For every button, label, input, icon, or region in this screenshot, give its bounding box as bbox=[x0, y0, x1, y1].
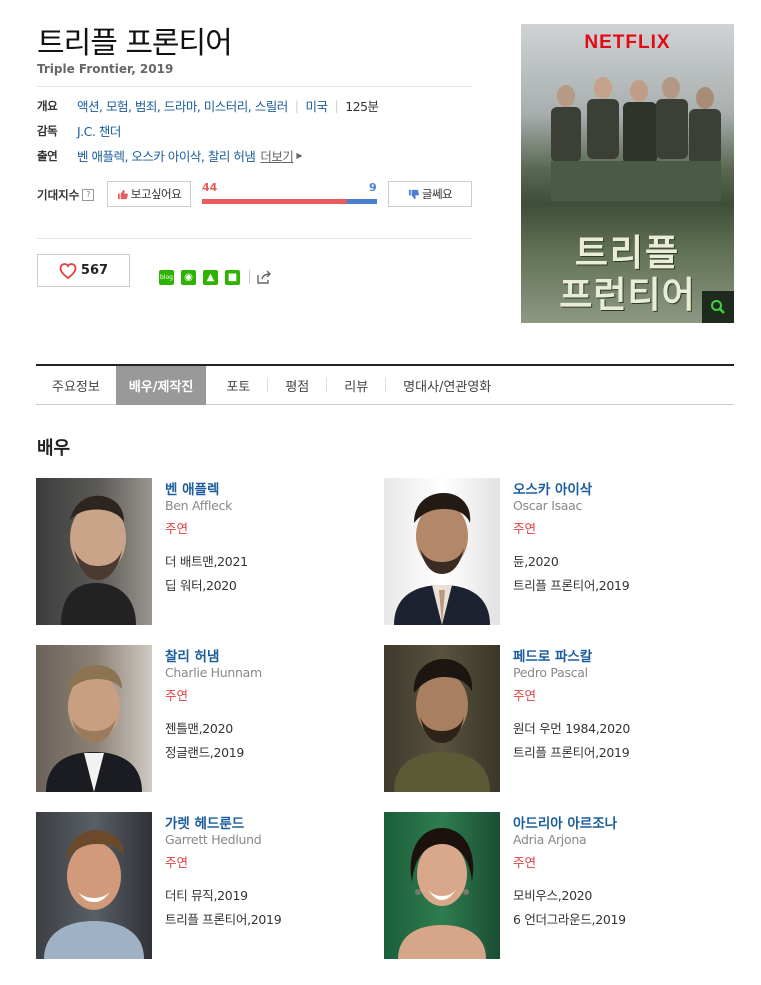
actor-name[interactable]: 찰리 허냄 bbox=[165, 645, 219, 665]
actor-film[interactable]: 원더 우먼 1984,2020 bbox=[513, 718, 630, 737]
actor-english-name: Adria Arjona bbox=[513, 832, 587, 847]
actor-film[interactable]: 트리플 프론티어,2019 bbox=[513, 575, 630, 594]
actor-english-name: Garrett Hedlund bbox=[165, 832, 262, 847]
genres-link[interactable]: 액션, 모험, 범죄, 드라마, 미스터리, 스릴러 bbox=[77, 96, 288, 115]
actor-card: 페드로 파스칼 Pedro Pascal 주연 원더 우먼 1984,2020 … bbox=[384, 645, 724, 792]
separator bbox=[249, 270, 250, 284]
movie-poster[interactable]: NETFLIX 트리플 프런티어 bbox=[521, 24, 734, 323]
actor-film[interactable]: 딥 워터,2020 bbox=[165, 575, 237, 594]
divider bbox=[37, 86, 472, 87]
cast-link[interactable]: 벤 애플렉, 오스카 아이삭, 찰리 허냄 bbox=[77, 146, 256, 165]
actor-card: 가렛 헤드룬드 Garrett Hedlund 주연 더티 뮤직,2019 트리… bbox=[36, 812, 376, 959]
tab-cast-crew[interactable]: 배우/제작진 bbox=[115, 365, 207, 405]
actor-card: 오스카 아이삭 Oscar Isaac 주연 듄,2020 트리플 프론티어,2… bbox=[384, 478, 724, 625]
zoom-button[interactable] bbox=[702, 291, 734, 323]
want-bar bbox=[202, 199, 348, 204]
separator: | bbox=[294, 98, 299, 113]
help-icon[interactable]: ? bbox=[82, 189, 95, 201]
separator: | bbox=[334, 98, 339, 113]
actor-card: 벤 애플렉 Ben Affleck 주연 더 배트맨,2021 딥 워터,202… bbox=[36, 478, 376, 625]
country-link[interactable]: 미국 bbox=[305, 96, 328, 115]
summary-label: 개요 bbox=[37, 98, 58, 113]
expect-index-text: 기대지수 bbox=[37, 188, 80, 202]
expect-index-label: 기대지수 ? bbox=[37, 187, 95, 203]
director-row: 감독 J.C. 챈더 bbox=[37, 121, 121, 140]
actor-film[interactable]: 더 배트맨,2021 bbox=[165, 551, 248, 570]
cast-row: 출연 벤 애플렉, 오스카 아이삭, 찰리 허냄 더보기 ▶ bbox=[37, 146, 302, 165]
share-icon[interactable] bbox=[256, 269, 272, 285]
actor-photo[interactable] bbox=[384, 812, 500, 959]
actor-name[interactable]: 오스카 아이삭 bbox=[513, 478, 592, 498]
divider bbox=[37, 238, 472, 239]
expect-bar bbox=[202, 199, 377, 204]
actor-photo[interactable] bbox=[384, 645, 500, 792]
actor-name[interactable]: 벤 애플렉 bbox=[165, 478, 219, 498]
director-label: 감독 bbox=[37, 123, 58, 138]
thumbs-down-icon bbox=[408, 189, 419, 199]
actor-film[interactable]: 트리플 프론티어,2019 bbox=[513, 742, 630, 761]
more-link[interactable]: 더보기 bbox=[260, 146, 294, 165]
chevron-right-icon: ▶ bbox=[296, 151, 302, 160]
line-icon[interactable]: ■ bbox=[225, 269, 240, 285]
actor-film[interactable]: 젠틀맨,2020 bbox=[165, 718, 233, 737]
actor-role: 주연 bbox=[165, 521, 189, 536]
actor-english-name: Oscar Isaac bbox=[513, 498, 583, 513]
actor-english-name: Charlie Hunnam bbox=[165, 665, 262, 680]
actor-photo[interactable] bbox=[36, 812, 152, 959]
actor-photo[interactable] bbox=[36, 645, 152, 792]
want-count: 44 bbox=[202, 181, 218, 194]
tab-quotes-related[interactable]: 명대사/연관영화 bbox=[386, 366, 508, 405]
actor-english-name: Ben Affleck bbox=[165, 498, 233, 513]
actor-film[interactable]: 모비우스,2020 bbox=[513, 885, 592, 904]
actor-photo[interactable] bbox=[384, 478, 500, 625]
actor-role: 주연 bbox=[165, 688, 189, 703]
tab-main-info[interactable]: 주요정보 bbox=[36, 366, 116, 405]
actor-film[interactable]: 듄,2020 bbox=[513, 551, 559, 570]
heart-icon bbox=[59, 262, 77, 279]
bookmark-icon[interactable]: ▲ bbox=[203, 269, 218, 285]
thumbs-up-icon bbox=[117, 189, 128, 199]
blog-icon[interactable]: blog bbox=[159, 269, 174, 285]
tab-review[interactable]: 리뷰 bbox=[327, 366, 385, 405]
actor-film[interactable]: 더티 뮤직,2019 bbox=[165, 885, 248, 904]
actor-role: 주연 bbox=[513, 688, 537, 703]
summary-row: 개요 액션, 모험, 범죄, 드라마, 미스터리, 스릴러 | 미국 | 125… bbox=[37, 96, 379, 115]
actor-film[interactable]: 정글랜드,2019 bbox=[165, 742, 244, 761]
tab-rating[interactable]: 평점 bbox=[268, 366, 326, 405]
tab-bar: 주요정보 배우/제작진 포토 평점 리뷰 명대사/연관영화 bbox=[36, 364, 734, 405]
actor-role: 주연 bbox=[165, 855, 189, 870]
actor-name[interactable]: 아드리아 아르조나 bbox=[513, 812, 617, 832]
want-to-see-label: 보고싶어요 bbox=[130, 187, 182, 201]
like-button[interactable]: 567 bbox=[37, 254, 130, 287]
section-title: 배우 bbox=[37, 438, 71, 459]
actor-role: 주연 bbox=[513, 855, 537, 870]
band-icon[interactable]: ◉ bbox=[181, 269, 196, 285]
tab-photo[interactable]: 포토 bbox=[206, 366, 267, 405]
runtime: 125분 bbox=[345, 99, 379, 114]
actor-card: 아드리아 아르조나 Adria Arjona 주연 모비우스,2020 6 언더… bbox=[384, 812, 724, 959]
meh-bar bbox=[347, 199, 377, 204]
search-icon bbox=[711, 300, 725, 314]
actor-film[interactable]: 트리플 프론티어,2019 bbox=[165, 909, 282, 928]
like-count: 567 bbox=[80, 263, 109, 278]
poster-figures bbox=[551, 77, 721, 201]
meh-label: 글쎄요 bbox=[421, 187, 453, 201]
movie-subtitle: Triple Frontier, 2019 bbox=[37, 62, 174, 76]
actor-name[interactable]: 가렛 헤드룬드 bbox=[165, 812, 244, 832]
movie-title: 트리플 프론티어 bbox=[37, 26, 233, 61]
director-link[interactable]: J.C. 챈더 bbox=[77, 121, 121, 140]
actor-name[interactable]: 페드로 파스칼 bbox=[513, 645, 592, 665]
meh-count: 9 bbox=[369, 181, 377, 194]
share-bar: blog ◉ ▲ ■ bbox=[159, 269, 272, 285]
cast-label: 출연 bbox=[37, 148, 58, 163]
actor-english-name: Pedro Pascal bbox=[513, 665, 588, 680]
actor-card: 찰리 허냄 Charlie Hunnam 주연 젠틀맨,2020 정글랜드,20… bbox=[36, 645, 376, 792]
actor-photo[interactable] bbox=[36, 478, 152, 625]
actor-film[interactable]: 6 언더그라운드,2019 bbox=[513, 909, 626, 928]
netflix-logo: NETFLIX bbox=[584, 32, 671, 53]
meh-button[interactable]: 글쎄요 bbox=[388, 181, 472, 207]
actor-role: 주연 bbox=[513, 521, 537, 536]
want-to-see-button[interactable]: 보고싶어요 bbox=[107, 181, 191, 207]
